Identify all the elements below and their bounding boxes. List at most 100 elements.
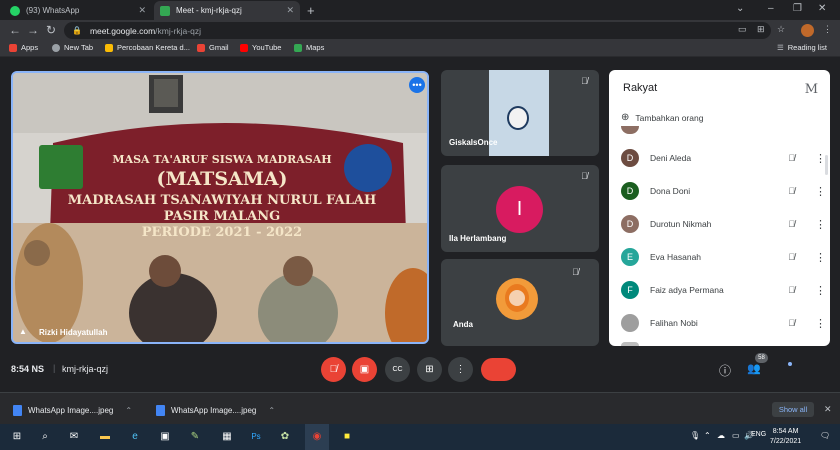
list-item[interactable]: D Deni Aleda 🎙̸ ⋮	[621, 147, 826, 169]
list-item[interactable]: D Dona Doni 🎙̸ ⋮	[621, 180, 826, 202]
file-explorer-icon[interactable]: ▬	[98, 429, 112, 443]
bookmark-youtube[interactable]: YouTube	[240, 43, 281, 52]
search-icon[interactable]: ⌕	[38, 429, 52, 443]
pin-icon[interactable]: ▲	[19, 327, 27, 336]
list-item[interactable]: F Faiz adya Permana 🎙̸ ⋮	[621, 279, 826, 301]
people-panel: Rakyat M ⊕ Tambahkan orang D Deni Aleda …	[609, 70, 830, 346]
meet-icon	[160, 5, 170, 16]
main-video-tile[interactable]: MASA TA'ARUF SISWA MADRASAH (MATSAMA) MA…	[11, 71, 429, 344]
chrome-icon[interactable]: ◉	[310, 429, 324, 443]
download-item[interactable]: WhatsApp Image....jpeg ⌃	[13, 405, 132, 416]
banner-text: MASA TA'ARUF SISWA MADRASAH (MATSAMA) MA…	[67, 153, 377, 240]
language-indicator[interactable]: ENG	[751, 431, 766, 438]
avatar: D	[621, 215, 639, 233]
close-icon[interactable]: ✕	[824, 404, 832, 415]
address-url: meet.google.com/kmj-rkja-qzj	[89, 25, 201, 36]
new-tab-button[interactable]: +	[307, 3, 315, 18]
participant-tile[interactable]: GiskaIsOnce 🎙̸	[441, 70, 599, 156]
present-icon: ⊞	[425, 364, 434, 375]
edge-icon[interactable]: e	[128, 429, 142, 443]
panel-scrollbar[interactable]	[825, 155, 828, 175]
more-vert-icon[interactable]: ⋮	[815, 284, 826, 297]
more-vert-icon[interactable]: ⋮	[815, 218, 826, 231]
list-item[interactable]: D Durotun Nikmah 🎙̸ ⋮	[621, 213, 826, 235]
sticky-notes-icon[interactable]: ■	[340, 429, 354, 443]
more-vert-icon[interactable]: ⋮	[815, 317, 826, 330]
system-clock[interactable]: 8:54 AM 7/22/2021	[770, 427, 801, 447]
close-icon[interactable]: ✕	[138, 5, 146, 16]
reading-list[interactable]: ☰ Reading list	[777, 43, 827, 52]
people-icon[interactable]: 👥	[747, 362, 761, 375]
close-icon[interactable]: ✕	[286, 5, 294, 16]
camera-toggle-button[interactable]: ▣	[352, 357, 377, 382]
network-app-icon[interactable]: ▣	[158, 429, 172, 443]
mic-toggle-button[interactable]: 🎙̸	[321, 357, 346, 382]
notifications-icon[interactable]: 🗨	[820, 431, 830, 440]
bookmark-apps[interactable]: Apps	[9, 43, 38, 52]
bookmark-new-tab[interactable]: New Tab	[52, 43, 93, 52]
network-icon[interactable]: ▭	[732, 431, 740, 440]
more-vert-icon[interactable]: ⋮	[815, 152, 826, 165]
minimize-panel-icon[interactable]: M	[805, 82, 818, 97]
chevron-up-icon[interactable]: ⌃	[704, 431, 711, 440]
bookmark-gmail[interactable]: Gmail	[197, 43, 229, 52]
menu-icon[interactable]: ⋮	[823, 24, 832, 35]
chat-indicator-icon[interactable]	[788, 362, 792, 366]
reload-icon[interactable]: ↻	[46, 23, 56, 37]
back-icon[interactable]: ←	[9, 23, 21, 37]
mic-off-icon: 🎙̸	[788, 285, 795, 295]
avatar	[496, 278, 538, 320]
tab-title: (93) WhatsApp	[26, 6, 80, 15]
globe-icon	[52, 43, 60, 52]
chevron-up-icon[interactable]: ⌃	[268, 406, 275, 415]
app-icon[interactable]: ✎	[188, 429, 202, 443]
chevron-up-icon[interactable]: ⌃	[125, 406, 132, 415]
more-vert-icon[interactable]: ⋮	[815, 251, 826, 264]
forward-icon[interactable]: →	[27, 23, 39, 37]
captions-icon: CC	[392, 366, 403, 373]
bookmark-percobaan[interactable]: Percobaan Kereta d...	[105, 43, 190, 52]
participant-name: Anda	[453, 320, 473, 329]
meeting-code: kmj-rkja-qzj	[62, 364, 108, 374]
cloud-icon[interactable]: ☁	[717, 431, 725, 440]
photoshop-icon[interactable]: Ps	[249, 429, 263, 443]
list-item[interactable]: Falihan Nobi 🎙̸ ⋮	[621, 312, 826, 334]
tab-meet[interactable]: Meet - kmj-rkja-qzj ✕	[154, 1, 300, 20]
participant-tile[interactable]: Anda 🎙̸	[441, 259, 599, 346]
info-icon[interactable]: ⓘ	[719, 362, 731, 379]
bookmark-maps[interactable]: Maps	[294, 43, 324, 52]
lock-icon: 🔒	[72, 26, 82, 35]
mic-icon[interactable]: 🎙	[690, 431, 700, 440]
address-bar[interactable]: 🔒 meet.google.com/kmj-rkja-qzj	[64, 22, 771, 39]
participant-tile[interactable]: I Ila Herlambang 🎙̸	[441, 165, 599, 252]
youtube-icon	[240, 43, 248, 52]
avatar: E	[621, 248, 639, 266]
list-item[interactable]: E Eva Hasanah 🎙̸ ⋮	[621, 246, 826, 268]
restore-button[interactable]: ❐	[793, 3, 802, 14]
more-vert-icon[interactable]: ⋮	[815, 185, 826, 198]
show-all-button[interactable]: Show all	[772, 402, 814, 417]
reading-list-icon: ☰	[777, 43, 784, 52]
translate-icon[interactable]: ⊞	[757, 24, 765, 35]
download-item[interactable]: WhatsApp Image....jpeg ⌃	[156, 405, 275, 416]
leave-call-button[interactable]	[481, 358, 516, 381]
profile-avatar[interactable]	[801, 24, 814, 37]
app-icon[interactable]: ✿	[278, 429, 292, 443]
tab-whatsapp[interactable]: (93) WhatsApp ✕	[4, 1, 152, 20]
tab-search-icon[interactable]: ⌄	[736, 3, 744, 14]
mic-off-icon: 🎙̸	[788, 186, 795, 196]
more-options-icon[interactable]: •••	[409, 77, 425, 93]
calculator-icon[interactable]: ▦	[220, 429, 234, 443]
participant-name: GiskaIsOnce	[449, 138, 498, 147]
participant-name: Dona Doni	[650, 186, 691, 196]
close-window-button[interactable]: ✕	[818, 3, 826, 14]
add-people-button[interactable]: ⊕ Tambahkan orang	[621, 112, 703, 123]
windows-start-icon[interactable]: ⊞	[10, 429, 24, 443]
camera-in-use-icon[interactable]: ▭	[738, 24, 747, 35]
more-options-button[interactable]: ⋮	[448, 357, 473, 382]
captions-button[interactable]: CC	[385, 357, 410, 382]
present-button[interactable]: ⊞	[417, 357, 442, 382]
mail-icon[interactable]: ✉	[67, 429, 81, 443]
minimize-button[interactable]: –	[768, 3, 774, 14]
bookmark-star-icon[interactable]: ☆	[777, 24, 785, 35]
